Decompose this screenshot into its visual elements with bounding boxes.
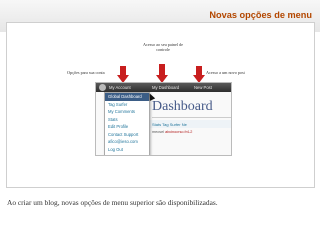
- annotation-account-options: Opções para sua conta: [67, 70, 105, 75]
- address-highlight: abcinocrso.fr4-2: [165, 130, 193, 134]
- menu-item-my-comments[interactable]: My Comments: [105, 108, 149, 116]
- divider: [152, 117, 231, 118]
- slide-title: Novas opções de menu: [209, 10, 312, 20]
- topbar-my-account[interactable]: My Account: [109, 85, 131, 90]
- menu-item-stats[interactable]: Stats: [105, 116, 149, 124]
- address-row: mecsel abcinocrso.fr4-2: [152, 130, 192, 134]
- account-dropdown-menu: Global Dashboard Tag Surfer My Comments …: [104, 92, 150, 155]
- page-heading: Dashboard: [152, 99, 213, 114]
- wp-admin-topbar: My Account My Dashboard New Post: [96, 83, 231, 92]
- stats-tabs: Stats Tag Surfer Ne: [152, 122, 187, 127]
- slide-caption: Ao criar um blog, novas opções de menu s…: [7, 198, 218, 207]
- menu-item-global-dashboard[interactable]: Global Dashboard: [105, 93, 149, 101]
- menu-item-contact-support[interactable]: Contact Support: [105, 131, 149, 139]
- menu-item-edit-profile[interactable]: Edit Profile: [105, 123, 149, 131]
- topbar-my-dashboard[interactable]: My Dashboard: [152, 85, 179, 90]
- address-prefix: mecsel: [152, 130, 166, 134]
- wordpress-logo-icon: [99, 84, 106, 91]
- arrow-dashboard: [156, 64, 168, 84]
- menu-item-tag-surfer[interactable]: Tag Surfer: [105, 101, 149, 109]
- wordpress-screenshot: My Account My Dashboard New Post Dashboa…: [95, 82, 232, 156]
- menu-item-log-out[interactable]: Log Out: [105, 146, 149, 154]
- annotation-dashboard-access: Acesso ao seu painel de controle: [142, 42, 183, 52]
- menu-item-email[interactable]: afico@ieso.com: [105, 138, 149, 146]
- topbar-new-post[interactable]: New Post: [194, 85, 212, 90]
- annotation-new-post: Acesso a um novo post: [206, 70, 245, 75]
